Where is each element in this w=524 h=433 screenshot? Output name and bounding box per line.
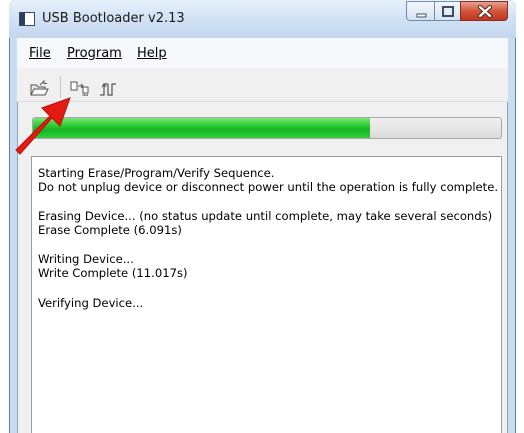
log-line: Erase Complete (6.091s) bbox=[38, 223, 182, 237]
progress-bar bbox=[32, 117, 502, 139]
log-line: Do not unplug device or disconnect power… bbox=[38, 180, 499, 194]
reset-device-button[interactable] bbox=[97, 79, 119, 99]
menu-file-label: File bbox=[29, 46, 51, 61]
status-log[interactable] bbox=[31, 156, 502, 433]
menu-help-label: Help bbox=[137, 46, 167, 61]
app-icon bbox=[19, 12, 35, 26]
close-button[interactable] bbox=[460, 1, 508, 21]
log-line: Writing Device... bbox=[38, 252, 134, 266]
close-icon bbox=[478, 5, 492, 18]
log-line: Starting Erase/Program/Verify Sequence. bbox=[38, 166, 275, 180]
progress-fill bbox=[33, 118, 370, 138]
annotation-arrow-icon bbox=[15, 97, 71, 155]
maximize-button[interactable] bbox=[434, 1, 461, 21]
minimize-icon bbox=[416, 13, 427, 18]
menu-help[interactable]: Help bbox=[137, 46, 167, 61]
toolbar bbox=[17, 68, 508, 102]
menu-program[interactable]: Program bbox=[67, 46, 122, 61]
window-title: USB Bootloader v2.13 bbox=[42, 11, 185, 26]
app-window: USB Bootloader v2.13 File Program Help S… bbox=[0, 0, 524, 433]
reset-device-icon bbox=[100, 83, 116, 96]
log-line: Erasing Device... (no status update unti… bbox=[38, 209, 493, 223]
log-line: Write Complete (11.017s) bbox=[38, 266, 188, 280]
menu-program-label: Program bbox=[67, 46, 122, 61]
log-line: Verifying Device... bbox=[38, 296, 144, 310]
minimize-button[interactable] bbox=[406, 1, 435, 21]
maximize-icon bbox=[442, 6, 454, 17]
menu-file[interactable]: File bbox=[29, 46, 51, 61]
